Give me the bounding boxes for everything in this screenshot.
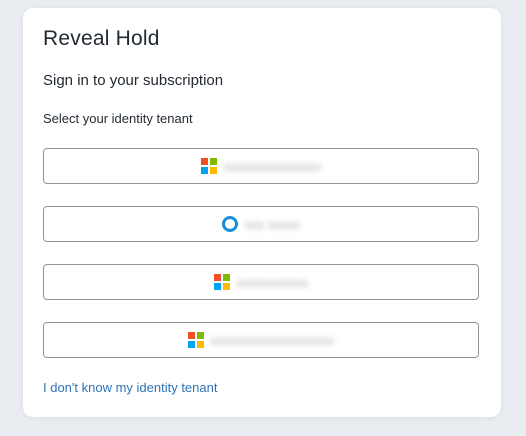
unknown-tenant-link[interactable]: I don't know my identity tenant [43,380,217,395]
sign-in-card: Reveal Hold Sign in to your subscription… [23,8,501,417]
page-subtitle: Sign in to your subscription [43,72,224,89]
identity-provider-ring-icon [221,216,238,232]
tenant-name-redacted: xxxxxxxxxxx [236,274,309,290]
microsoft-logo-icon [200,158,217,174]
microsoft-logo-icon [187,332,204,348]
tenant-name-redacted: xxxxxxxxxxxxxxx [223,158,322,174]
tenant-select-label: Select your identity tenant [43,111,193,126]
microsoft-logo-icon [213,274,230,290]
tenant-button-2[interactable]: xxx xxxxx [43,206,479,242]
tenant-name-redacted: xxxxxxxxxxxxxxxxxxx [210,332,335,348]
tenant-button-4[interactable]: xxxxxxxxxxxxxxxxxxx [43,322,479,358]
tenant-button-1[interactable]: xxxxxxxxxxxxxxx [43,148,479,184]
page-title: Reveal Hold [43,27,160,50]
tenant-name-redacted: xxx xxxxx [244,216,301,232]
tenant-button-3[interactable]: xxxxxxxxxxx [43,264,479,300]
